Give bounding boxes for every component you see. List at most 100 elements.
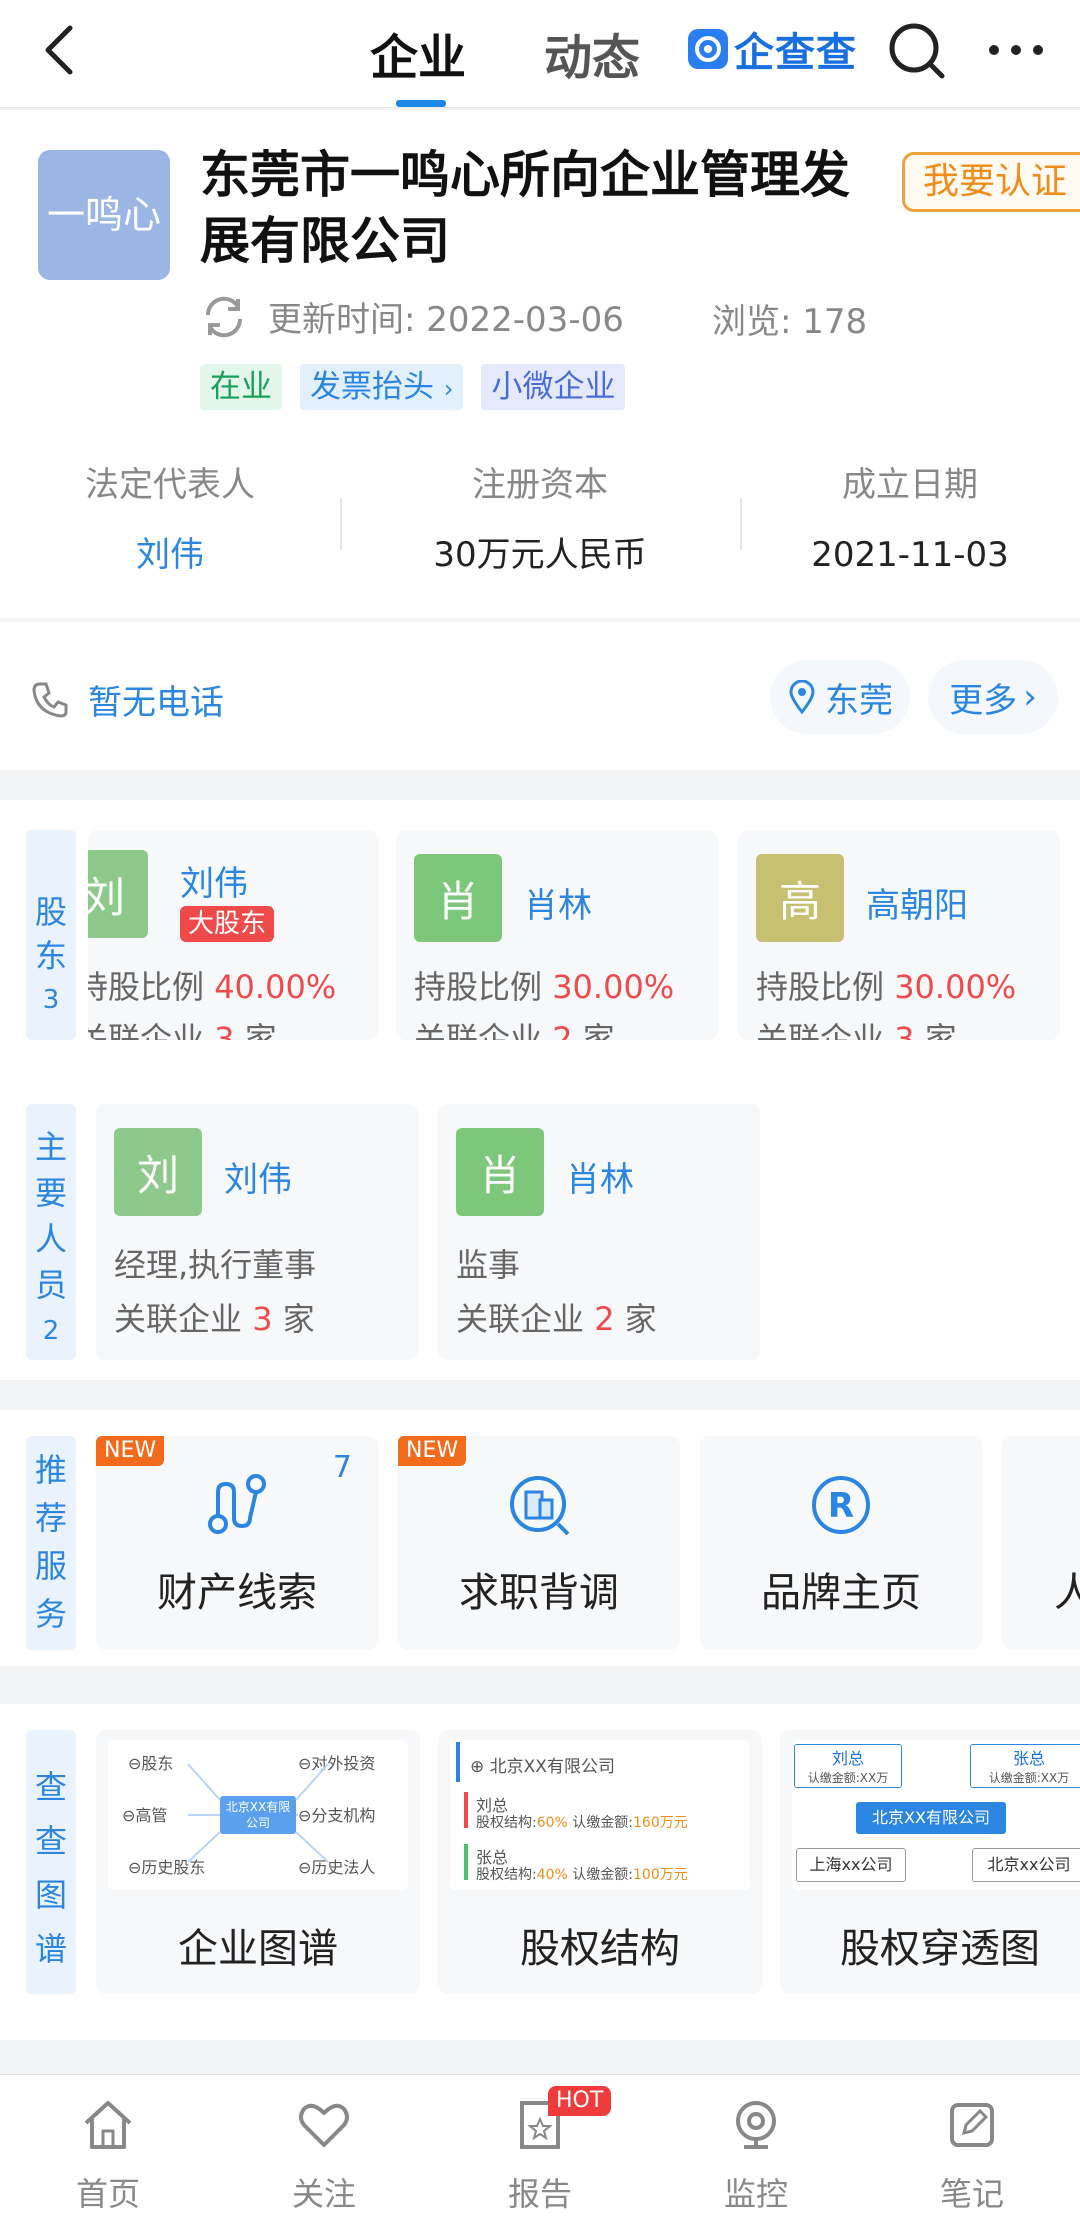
invoice-tag-label: 发票抬头 [310, 369, 434, 405]
equity-holder-detail: 股权结构:60% 认缴金额:160万元 [476, 1812, 688, 1832]
avatar: 刘 [88, 850, 148, 938]
service-card-brand-page[interactable]: R 品牌主页 [700, 1436, 982, 1650]
related-companies: 关联企业 3 家 [114, 1294, 315, 1340]
staff-role: 经理,执行董事 [114, 1246, 317, 1284]
graph-title: 股权结构 [520, 1926, 680, 1972]
pct: 40% [536, 1867, 568, 1883]
shareholder-name: 高朝阳 [866, 886, 968, 926]
tab-label: 报告 [507, 2175, 572, 2213]
avatar: 高 [756, 854, 844, 942]
claim-button[interactable]: 我要认证 [902, 152, 1080, 212]
graph-title: 股权穿透图 [840, 1926, 1040, 1972]
stat-founded: 成立日期 2021-11-03 [740, 460, 1080, 580]
row-marker [464, 1844, 468, 1880]
heart-icon [299, 2103, 349, 2147]
active-tab-indicator [396, 100, 446, 107]
legal-rep-link[interactable]: 刘伟 [0, 530, 340, 580]
stat-legal-rep: 法定代表人 刘伟 [0, 460, 340, 580]
equity-holder-detail: 股权结构:40% 认缴金额:100万元 [476, 1864, 688, 1884]
service-name: 品牌主页 [761, 1570, 921, 1616]
brand-name: 企查查 [734, 30, 857, 76]
avatar: 肖 [414, 854, 502, 942]
ratio-value: 40.00% [214, 968, 337, 1006]
service-card-asset-clues[interactable]: NEW 7 财产线索 [96, 1436, 378, 1650]
location-pin-icon [789, 680, 815, 714]
graph-card-equity[interactable]: ⊕ 北京XX有限公司 刘总 股权结构:60% 认缴金额:160万元 张总 股权结… [438, 1730, 762, 1994]
company-logo: 一鸣心 [38, 150, 170, 280]
avatar: 肖 [456, 1128, 544, 1216]
new-badge: NEW [398, 1436, 467, 1466]
location-label: 东莞 [825, 680, 893, 721]
shareholder-card[interactable]: 高 高朝阳 持股比例 30.00% 关联企业 3 家 [738, 830, 1060, 1040]
phone-icon [32, 682, 68, 718]
ratio-label: 持股比例 [756, 968, 885, 1006]
equity-structure-preview: ⊕ 北京XX有限公司 刘总 股权结构:60% 认缴金额:160万元 张总 股权结… [450, 1740, 750, 1890]
row-marker [464, 1792, 468, 1828]
brand-mark-icon [688, 29, 728, 69]
more-button[interactable]: 更多 › [928, 660, 1058, 734]
tab-company[interactable]: 企业 [370, 18, 466, 88]
shareholder-card[interactable]: 肖 肖林 持股比例 30.00% 关联企业 2 家 [396, 830, 718, 1040]
graph-card-enterprise[interactable]: 北京XX有限公司 ⊖股东 ⊖对外投资 ⊖高管 ⊖分支机构 ⊖历史股东 ⊖历史法人… [96, 1730, 420, 1994]
enterprise-graph-preview: 北京XX有限公司 ⊖股东 ⊖对外投资 ⊖高管 ⊖分支机构 ⊖历史股东 ⊖历史法人 [108, 1740, 408, 1890]
staff-card[interactable]: 刘 刘伟 经理,执行董事 关联企业 3 家 [96, 1104, 418, 1360]
more-options-icon[interactable] [984, 30, 1048, 70]
back-icon[interactable] [38, 22, 88, 78]
graph-edges [187, 1763, 329, 1863]
top-node: 张总 认缴金额:XX万 [970, 1744, 1080, 1788]
tab-home[interactable]: 首页 [38, 2075, 178, 2220]
bottom-node: 北京xx公司 [972, 1848, 1080, 1882]
ratio-label: 持股比例 [414, 968, 543, 1006]
update-time: 更新时间: 2022-03-06 [268, 300, 624, 340]
center-node: 北京XX有限公司 [856, 1802, 1006, 1834]
tab-follow[interactable]: 关注 [254, 2075, 394, 2220]
tab-news[interactable]: 动态 [544, 18, 640, 88]
struct-label: 股权结构: [476, 1815, 537, 1831]
svg-text:R: R [828, 1486, 854, 1526]
accent-bar [456, 1742, 460, 1782]
invoice-tag[interactable]: 发票抬头 › [300, 364, 464, 410]
location-button[interactable]: 东莞 [770, 660, 910, 734]
staff-card[interactable]: 肖 肖林 监事 关联企业 2 家 [438, 1104, 760, 1360]
refresh-icon[interactable] [200, 293, 248, 341]
brand-logo[interactable]: 企查查 [688, 24, 857, 76]
tab-label: 笔记 [939, 2175, 1004, 2213]
size-tag: 小微企业 [481, 364, 626, 410]
phone-number[interactable]: 暂无电话 [88, 675, 224, 724]
tab-notes[interactable]: 笔记 [902, 2075, 1042, 2220]
bottom-node: 上海xx公司 [796, 1848, 906, 1882]
bottom-tab-bar: 首页 关注 报告 监控 笔记 [0, 2074, 1080, 2220]
related-companies: 关联企业 3 家 [88, 1014, 277, 1040]
service-name: 财产线索 [157, 1570, 317, 1616]
staff-label[interactable]: 主要人员 2 [26, 1104, 76, 1360]
new-badge: NEW [96, 1436, 165, 1466]
rel-label: 关联企业 [414, 1020, 543, 1040]
more-label: 更多 [949, 680, 1018, 721]
rel-unit: 家 [924, 1020, 957, 1040]
shareholder-card[interactable]: 刘 刘伟 大股东 持股比例 40.00% 关联企业 3 家 [88, 830, 378, 1040]
shareholders-label[interactable]: 股东 3 [26, 830, 76, 1040]
company-name: 东莞市一鸣心所向企业管理发展有限公司 [200, 146, 850, 270]
graph-card-penetration[interactable]: 刘总 认缴金额:XX万 张总 认缴金额:XX万 北京XX有限公司 上海xx公司 … [780, 1730, 1080, 1994]
registered-icon: R [812, 1476, 870, 1534]
rel-label: 关联企业 [456, 1300, 585, 1338]
pct: 60% [536, 1815, 568, 1831]
shareholder-name: 刘伟 [180, 864, 248, 904]
node-name: 刘总 [831, 1749, 864, 1768]
staff-name: 肖林 [566, 1160, 634, 1200]
search-icon[interactable] [886, 20, 948, 82]
amt-label: 认缴金额: [572, 1815, 634, 1831]
service-card-partial[interactable]: 人 [1002, 1436, 1080, 1650]
divider [340, 498, 342, 550]
rel-unit: 家 [582, 1020, 615, 1040]
equity-company: ⊕ 北京XX有限公司 [470, 1757, 615, 1777]
stat-label: 法定代表人 [85, 465, 255, 505]
service-card-background-check[interactable]: NEW 求职背调 [398, 1436, 680, 1650]
node-sub: 认缴金额:XX万 [807, 1771, 889, 1785]
update-info: 更新时间: 2022-03-06 [200, 292, 624, 341]
route-icon [208, 1474, 266, 1534]
related-companies: 关联企业 2 家 [414, 1014, 615, 1040]
tab-monitor[interactable]: 监控 [686, 2075, 826, 2220]
app-root: 企业 动态 企查查 一鸣心 东莞市一鸣心所向企业管理发展有限公司 我要认证 更新… [0, 0, 1080, 2220]
rel-unit: 家 [282, 1300, 315, 1338]
